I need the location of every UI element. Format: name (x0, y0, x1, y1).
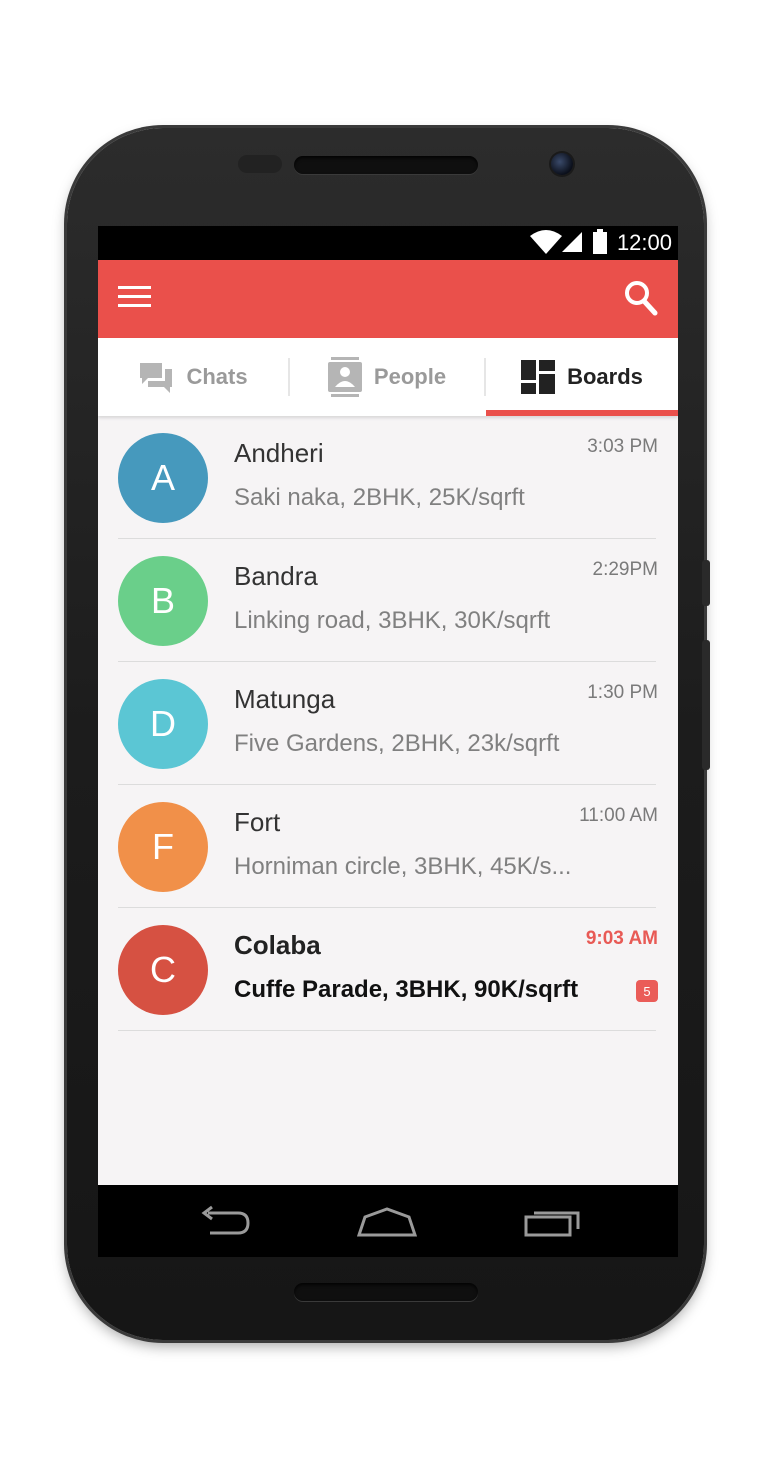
avatar: C (118, 925, 208, 1015)
top-speaker (294, 156, 478, 174)
board-time: 2:29PM (592, 559, 658, 580)
tab-people-label: People (373, 364, 447, 389)
volume-button (702, 640, 710, 770)
boards-list: A Andheri Saki naka, 2BHK, 25K/sqrft 3:0… (98, 416, 678, 1257)
home-icon[interactable] (357, 1203, 417, 1239)
status-time: 12:00 (616, 230, 672, 255)
app-bar (98, 260, 678, 338)
tab-boards[interactable]: Boards (486, 338, 678, 416)
board-title: Fort (234, 807, 281, 837)
board-item-matunga[interactable]: D Matunga Five Gardens, 2BHK, 23k/sqrft … (98, 662, 678, 785)
board-subtitle: Five Gardens, 2BHK, 23k/sqrft (234, 730, 560, 757)
tab-boards-label: Boards (567, 364, 643, 389)
board-title: Bandra (234, 561, 318, 591)
avatar: D (118, 679, 208, 769)
signal-icon (562, 232, 582, 252)
active-tab-indicator (486, 410, 678, 416)
tab-people[interactable]: People (290, 338, 484, 416)
avatar: F (118, 802, 208, 892)
avatar: B (118, 556, 208, 646)
board-time: 3:03 PM (587, 436, 658, 457)
divider (118, 1030, 656, 1031)
status-bar: 12:00 (98, 226, 678, 260)
front-camera (551, 153, 573, 175)
board-item-colaba[interactable]: C Colaba Cuffe Parade, 3BHK, 90K/sqrft 9… (98, 908, 678, 1031)
proximity-sensor (238, 155, 282, 173)
tab-bar: Chats People Boards (98, 338, 678, 416)
unread-badge: 5 (636, 980, 658, 1002)
bottom-speaker (294, 1283, 478, 1301)
board-subtitle: Cuffe Parade, 3BHK, 90K/sqrft (234, 976, 579, 1003)
tab-chats-label: Chats (186, 364, 248, 389)
board-title: Andheri (234, 438, 324, 468)
power-button (702, 560, 710, 606)
board-time: 11:00 AM (579, 805, 658, 826)
navigation-bar (98, 1185, 678, 1257)
tab-chats[interactable]: Chats (98, 338, 288, 416)
avatar: A (118, 433, 208, 523)
board-subtitle: Linking road, 3BHK, 30K/sqrft (234, 607, 551, 634)
board-title: Matunga (234, 684, 336, 714)
board-item-andheri[interactable]: A Andheri Saki naka, 2BHK, 25K/sqrft 3:0… (98, 416, 678, 539)
wifi-icon (530, 230, 562, 254)
board-time: 1:30 PM (587, 682, 658, 703)
menu-icon[interactable] (118, 286, 152, 312)
recents-icon[interactable] (522, 1203, 582, 1239)
dashboard-icon (521, 360, 556, 394)
board-item-bandra[interactable]: B Bandra Linking road, 3BHK, 30K/sqrft 2… (98, 539, 678, 662)
screen: 12:00 Chats People Boards A Andheri Saki… (98, 226, 678, 1257)
board-item-fort[interactable]: F Fort Horniman circle, 3BHK, 45K/s... 1… (98, 785, 678, 908)
contact-icon (327, 357, 362, 397)
board-title: Colaba (234, 930, 321, 960)
board-subtitle: Horniman circle, 3BHK, 45K/s... (234, 853, 572, 880)
back-icon[interactable] (194, 1203, 254, 1239)
board-subtitle: Saki naka, 2BHK, 25K/sqrft (234, 484, 525, 511)
search-icon[interactable] (624, 280, 658, 316)
battery-icon (593, 229, 607, 254)
board-time: 9:03 AM (585, 928, 658, 949)
chat-icon (140, 363, 173, 393)
